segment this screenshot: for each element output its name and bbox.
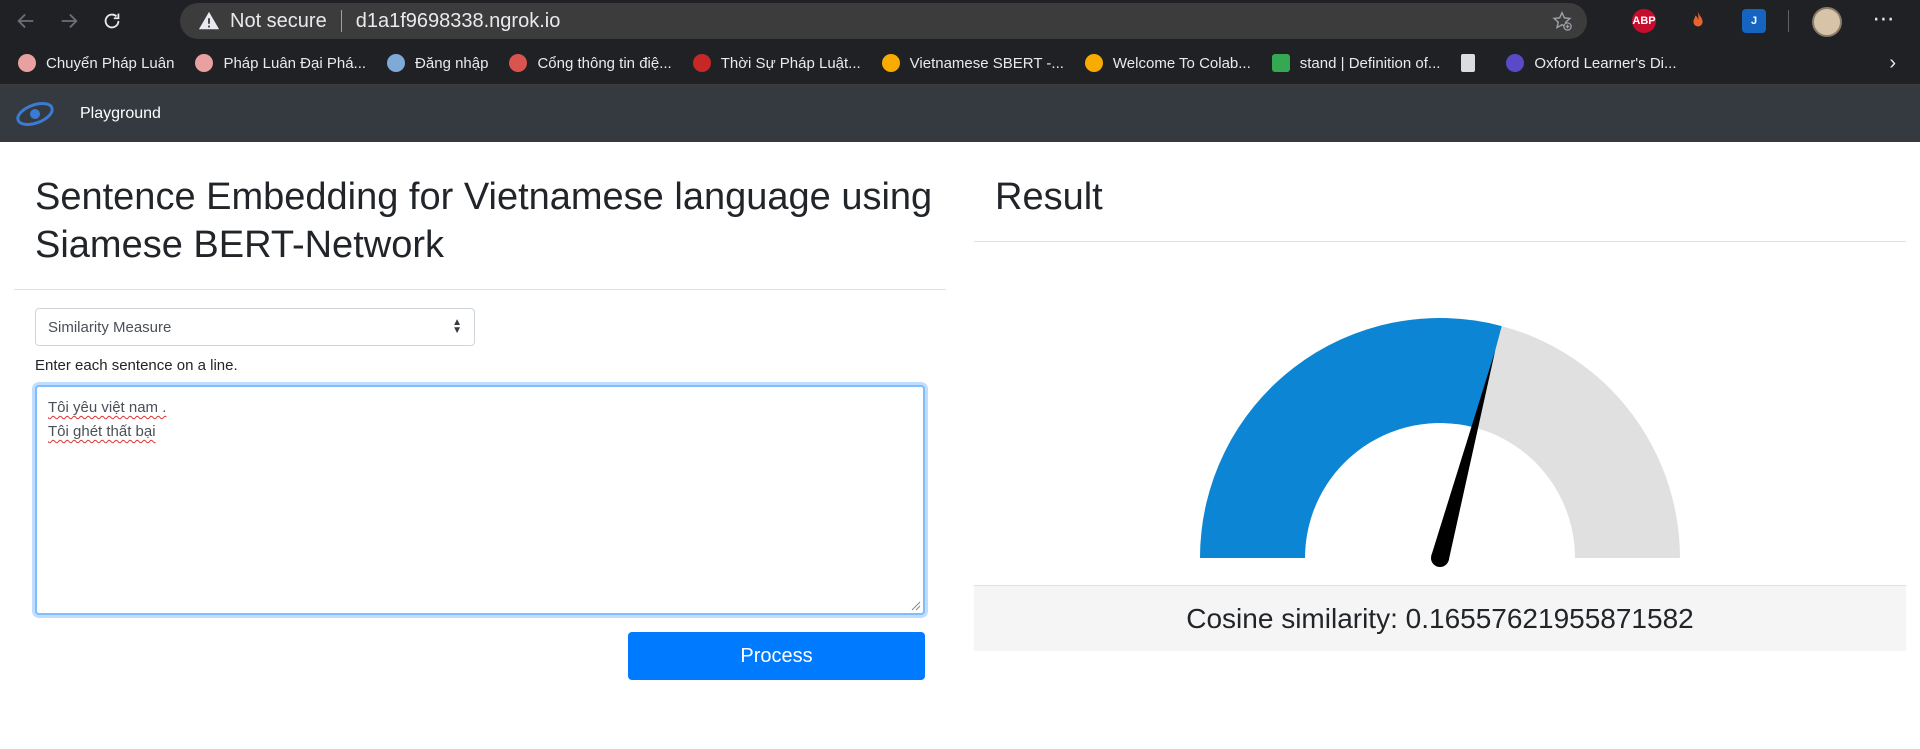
resize-grip-icon[interactable] [911, 601, 921, 611]
app-navbar: Playground [0, 85, 1920, 142]
bookmark-label: stand | Definition of... [1299, 54, 1441, 72]
result-panel: Result Cosine similarity: 0.165576219558… [974, 142, 1906, 662]
task-select[interactable]: Similarity Measure ▲ ▼ [35, 308, 475, 346]
colab-favicon [881, 54, 900, 72]
divider [974, 241, 1906, 242]
fire-extension-icon[interactable] [1686, 9, 1710, 33]
sentence-line: Tôi yêu việt nam . [48, 399, 167, 416]
bookmark-star-icon[interactable] [1551, 10, 1573, 32]
j-extension-icon[interactable]: J [1742, 9, 1766, 33]
select-value: Similarity Measure [48, 318, 172, 336]
bookmark-item[interactable]: Oxford Learner's Di... [1506, 54, 1677, 72]
bookmark-label: Chuyển Pháp Luân [46, 54, 175, 72]
sentences-textarea[interactable]: Tôi yêu việt nam . Tôi ghét thất bại [35, 385, 925, 615]
bookmark-favicon [509, 54, 528, 72]
address-bar[interactable]: Not secure d1a1f9698338.ngrok.io [180, 3, 1587, 39]
bookmark-label: Oxford Learner's Di... [1534, 54, 1677, 72]
page-icon [1461, 54, 1476, 72]
adblock-plus-icon[interactable]: ABP [1632, 9, 1656, 33]
brand-logo-icon[interactable] [14, 98, 56, 130]
process-button[interactable]: Process [628, 632, 925, 680]
bookmark-label: Pháp Luân Đại Phá... [223, 54, 367, 72]
bookmark-item[interactable]: Thời Sự Pháp Luật... [692, 54, 861, 72]
bookmark-label: Welcome To Colab... [1112, 54, 1251, 72]
gauge-hub [1431, 549, 1449, 567]
colab-favicon [1084, 54, 1103, 72]
page-title: Sentence Embedding for Vietnamese langua… [35, 176, 933, 266]
bookmark-item[interactable]: Welcome To Colab... [1084, 54, 1251, 72]
bookmark-item[interactable]: Đăng nhập [387, 54, 488, 72]
bookmark-item[interactable]: Chuyển Pháp Luân [18, 54, 174, 72]
bookmark-item[interactable]: stand | Definition of... [1271, 54, 1441, 72]
forward-arrow-icon [61, 13, 78, 29]
back-arrow-icon [17, 13, 34, 29]
similarity-gauge [1200, 317, 1680, 567]
forward-button[interactable] [52, 4, 86, 38]
cosine-similarity-readout: Cosine similarity: 0.16557621955871582 [974, 585, 1906, 651]
security-status[interactable]: Not secure [230, 10, 327, 33]
bookmarks-bar: Chuyển Pháp Luân Pháp Luân Đại Phá... Đă… [0, 42, 1920, 85]
reload-button[interactable] [95, 4, 129, 38]
bookmark-label: Đăng nhập [415, 54, 489, 72]
result-title: Result [995, 176, 1103, 218]
toolbar-divider [1788, 10, 1789, 32]
bookmark-item[interactable] [1461, 54, 1485, 72]
divider [14, 289, 946, 290]
warning-icon [198, 11, 220, 30]
select-caret-icon: ▲ ▼ [452, 317, 462, 336]
chevron-right-icon[interactable]: › [1889, 52, 1896, 75]
bookmark-item[interactable]: Cổng thông tin điệ... [509, 54, 672, 72]
url-text[interactable]: d1a1f9698338.ngrok.io [356, 10, 561, 33]
browser-menu-icon[interactable]: ⋯ [1870, 8, 1898, 34]
nav-link-playground[interactable]: Playground [80, 105, 161, 123]
bookmark-label: Cổng thông tin điệ... [537, 54, 672, 72]
bookmark-label: Thời Sự Pháp Luật... [720, 54, 861, 72]
profile-avatar[interactable] [1812, 7, 1842, 37]
reload-icon [104, 13, 120, 29]
sentence-line: Tôi ghét thất bại [48, 423, 156, 440]
omnibox-separator [340, 10, 342, 32]
back-button[interactable] [9, 4, 43, 38]
bookmark-favicon [1506, 54, 1525, 72]
input-hint: Enter each sentence on a line. [35, 357, 238, 374]
browser-toolbar: Not secure d1a1f9698338.ngrok.io ABP J ⋯ [0, 0, 1920, 42]
cosine-similarity-text: Cosine similarity: 0.16557621955871582 [1186, 602, 1694, 634]
bookmark-favicon [1271, 54, 1290, 72]
bookmark-label: Vietnamese SBERT -... [909, 54, 1064, 72]
bookmark-item[interactable]: Vietnamese SBERT -... [881, 54, 1064, 72]
bookmark-favicon [18, 54, 36, 72]
bookmark-favicon [195, 54, 214, 72]
bookmark-favicon [692, 54, 711, 72]
input-panel: Sentence Embedding for Vietnamese langua… [14, 142, 946, 680]
bookmark-favicon [387, 54, 406, 72]
bookmark-item[interactable]: Pháp Luân Đại Phá... [195, 54, 366, 72]
